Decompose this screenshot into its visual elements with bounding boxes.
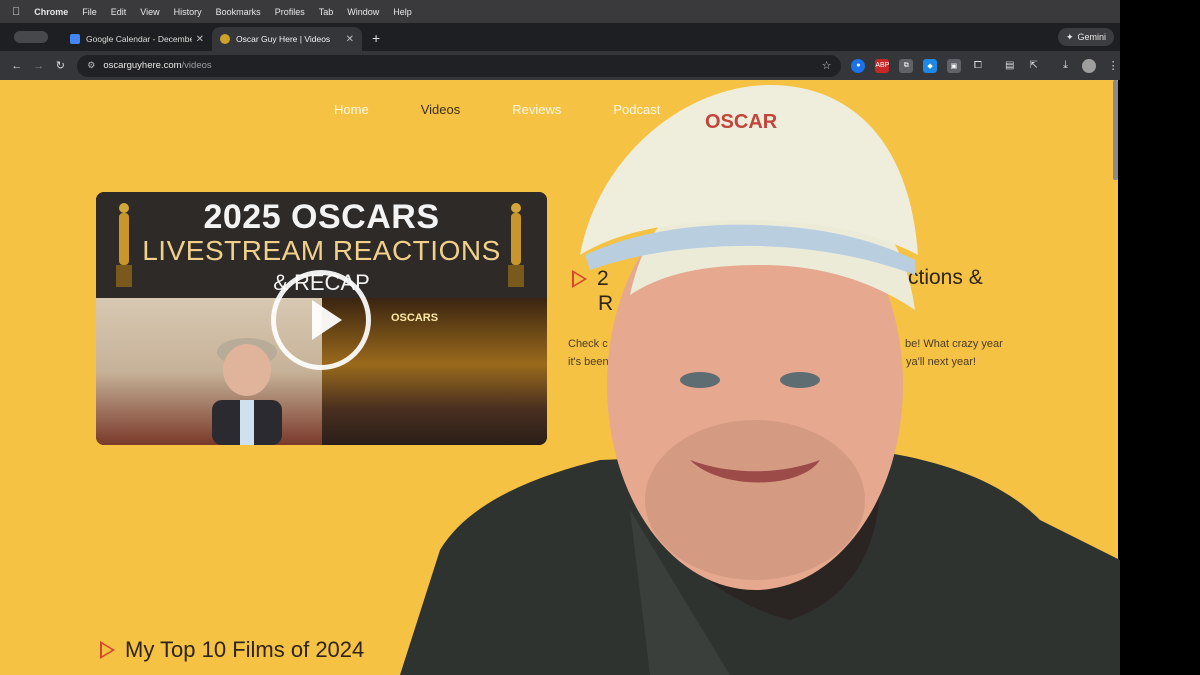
cap-logo-text: OSCAR — [705, 111, 778, 133]
extension-1password-icon[interactable]: ● — [851, 58, 866, 73]
letterbox-right — [1120, 0, 1200, 675]
new-tab-icon[interactable]: + — [372, 30, 380, 46]
menu-view[interactable]: View — [140, 7, 159, 17]
gemini-label: Gemini — [1077, 32, 1106, 42]
bookmark-star-icon[interactable]: ☆ — [822, 59, 832, 72]
extension-camera-icon[interactable]: ▣ — [947, 58, 961, 73]
close-tab-icon[interactable]: ✕ — [196, 34, 204, 45]
menu-edit[interactable]: Edit — [111, 7, 127, 17]
menu-tab[interactable]: Tab — [319, 7, 334, 17]
address-bar[interactable]: ⚙ oscarguyhere.com/videos ☆ — [77, 54, 842, 77]
menu-profiles[interactable]: Profiles — [275, 7, 305, 17]
menu-history[interactable]: History — [174, 7, 202, 17]
site-info-icon[interactable]: ⚙ — [87, 60, 95, 71]
calendar-favicon-icon — [70, 34, 80, 44]
url-path: /videos — [181, 60, 212, 71]
macos-menubar:  Chrome File Edit View History Bookmark… — [0, 0, 1120, 23]
tab-google-calendar[interactable]: Google Calendar - December ✕ — [62, 27, 212, 51]
nav-home[interactable]: Home — [334, 102, 369, 117]
gemini-button[interactable]: ✦ Gemini — [1057, 28, 1114, 46]
menu-kebab-icon[interactable]: ⋮ — [1106, 59, 1120, 73]
menu-window[interactable]: Window — [347, 7, 379, 17]
tab-title: Oscar Guy Here | Videos — [236, 34, 331, 44]
menu-file[interactable]: File — [82, 7, 97, 17]
top-films-video-title[interactable]: My Top 10 Films of 2024 — [100, 637, 364, 663]
play-triangle-icon — [100, 641, 115, 659]
tab-strip: Google Calendar - December ✕ Oscar Guy H… — [0, 23, 1120, 51]
download-icon[interactable]: ⤓ — [1058, 59, 1072, 73]
extension-adblock-icon[interactable]: ABP — [875, 58, 889, 73]
menu-help[interactable]: Help — [393, 7, 412, 17]
apple-icon[interactable]:  — [12, 6, 20, 18]
sparkle-icon: ✦ — [1065, 31, 1074, 42]
extensions-puzzle-icon[interactable]: ⧠ — [971, 59, 985, 73]
play-icon[interactable] — [271, 270, 371, 370]
webcam-presenter-overlay: OSCAR — [400, 85, 1120, 675]
forward-arrow-icon[interactable]: → — [28, 60, 50, 72]
tab-oscar-guy-videos[interactable]: Oscar Guy Here | Videos ✕ — [212, 27, 362, 51]
url-host: oscarguyhere.com — [103, 60, 182, 71]
extension-tag-icon[interactable]: ◆ — [923, 58, 938, 73]
top-films-title-text: My Top 10 Films of 2024 — [125, 637, 365, 662]
back-arrow-icon[interactable]: ← — [6, 60, 28, 72]
menu-chrome[interactable]: Chrome — [34, 7, 68, 17]
tab-group-pill[interactable] — [14, 31, 48, 43]
extension-translate-icon[interactable]: ⧉ — [899, 58, 914, 73]
oscar-favicon-icon — [220, 34, 230, 44]
browser-toolbar: ← → ↻ ⚙ oscarguyhere.com/videos ☆ ● ABP … — [0, 51, 1120, 80]
tab-title: Google Calendar - December — [86, 34, 192, 44]
menu-bookmarks[interactable]: Bookmarks — [216, 7, 261, 17]
reading-mode-icon[interactable]: ▤ — [1003, 59, 1017, 73]
close-tab-icon[interactable]: ✕ — [346, 34, 354, 45]
share-icon[interactable]: ⇱ — [1027, 59, 1041, 73]
reload-icon[interactable]: ↻ — [50, 59, 72, 72]
profile-avatar[interactable] — [1082, 58, 1097, 73]
